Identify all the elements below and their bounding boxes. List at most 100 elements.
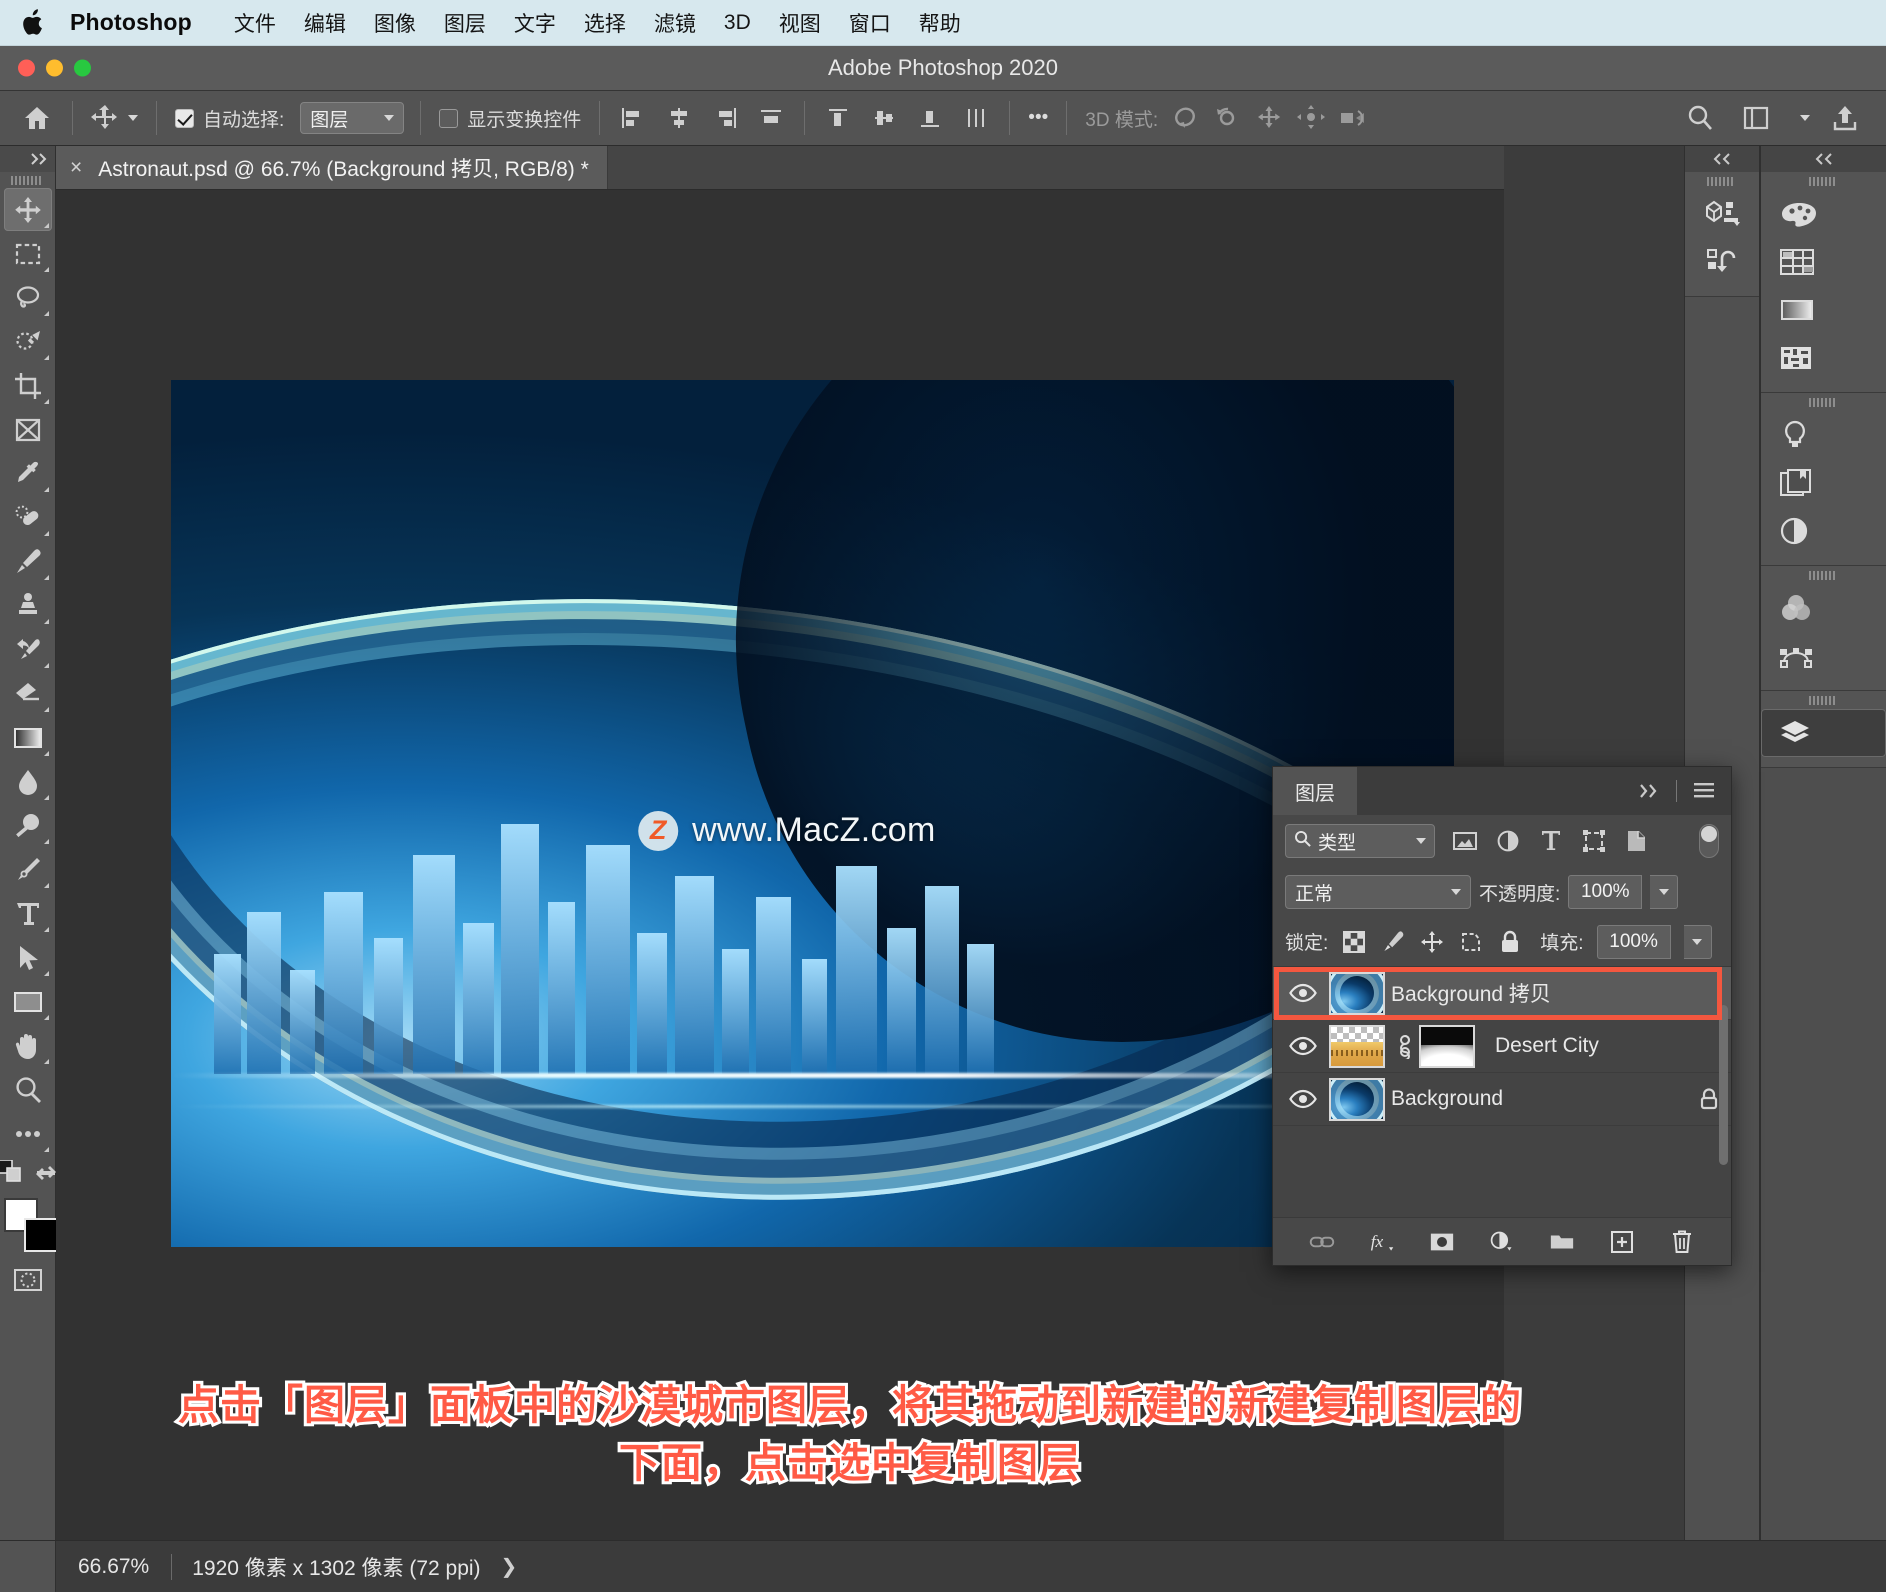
close-button[interactable]: [18, 60, 35, 77]
new-layer-icon[interactable]: [1609, 1229, 1635, 1255]
align-top-edges-icon[interactable]: [750, 100, 792, 136]
menu-3d[interactable]: 3D: [710, 9, 765, 37]
tool-pen[interactable]: [4, 848, 52, 891]
list-item[interactable]: Background 拷贝: [1391, 978, 1731, 1008]
close-icon[interactable]: ×: [70, 156, 82, 180]
panel-menu-icon[interactable]: [1691, 778, 1717, 804]
layers-stack-icon[interactable]: [1761, 709, 1886, 757]
layer-style-fx-icon[interactable]: fx: [1369, 1229, 1395, 1255]
auto-select-checkbox[interactable]: 自动选择:: [169, 105, 290, 132]
table-row[interactable]: Background: [1273, 1073, 1731, 1126]
show-transform-controls-checkbox[interactable]: 显示变换控件: [433, 105, 587, 132]
filter-pixel-icon[interactable]: [1452, 828, 1478, 854]
background-color-swatch[interactable]: [24, 1218, 58, 1252]
more-options-button[interactable]: •••: [1022, 107, 1054, 129]
table-row[interactable]: Background 拷贝: [1273, 967, 1731, 1020]
mask-link-icon[interactable]: [1391, 1033, 1419, 1059]
checkbox[interactable]: [175, 109, 194, 128]
maximize-button[interactable]: [74, 60, 91, 77]
color-palette-icon[interactable]: [1761, 190, 1886, 238]
tool-type[interactable]: [4, 892, 52, 935]
patterns-icon[interactable]: [1761, 334, 1886, 382]
tool-preset-move[interactable]: [85, 104, 144, 132]
gradient-bar-icon[interactable]: [1761, 286, 1886, 334]
tab-layers[interactable]: 图层: [1273, 767, 1357, 815]
table-row[interactable]: Desert City: [1273, 1020, 1731, 1073]
3d-pan-icon[interactable]: [1248, 100, 1290, 136]
distribute-spacing-icon[interactable]: [955, 100, 997, 136]
align-left-edges-icon[interactable]: [612, 100, 654, 136]
filter-smart-object-icon[interactable]: [1624, 828, 1650, 854]
chevron-down-icon[interactable]: [1800, 115, 1810, 121]
filter-toggle-switch[interactable]: [1699, 824, 1719, 858]
tool-blur[interactable]: [4, 760, 52, 803]
paths-curve-icon[interactable]: [1761, 632, 1886, 680]
tool-brush[interactable]: [4, 540, 52, 583]
artboard[interactable]: Z www.MacZ.com: [171, 380, 1454, 1247]
search-icon[interactable]: [1679, 100, 1721, 136]
tool-edit-toolbar[interactable]: [4, 1112, 52, 1155]
menu-type[interactable]: 文字: [500, 6, 570, 40]
channels-venn-icon[interactable]: [1761, 584, 1886, 632]
history-undo-icon[interactable]: [1685, 238, 1759, 286]
tool-frame[interactable]: [4, 408, 52, 451]
tool-eyedropper[interactable]: [4, 452, 52, 495]
lock-transparent-pixels-icon[interactable]: [1341, 929, 1367, 955]
tool-gradient[interactable]: [4, 716, 52, 759]
menu-edit[interactable]: 编辑: [290, 6, 360, 40]
minimize-button[interactable]: [46, 60, 63, 77]
tool-clone-stamp[interactable]: [4, 584, 52, 627]
menu-window[interactable]: 窗口: [835, 6, 905, 40]
layers-panel[interactable]: 图层 类型: [1272, 766, 1732, 1266]
double-chevron-right-icon[interactable]: [1636, 778, 1662, 804]
checkbox[interactable]: [439, 109, 458, 128]
menu-view[interactable]: 视图: [765, 6, 835, 40]
tool-hand[interactable]: [4, 1024, 52, 1067]
list-item[interactable]: Background: [1391, 1087, 1687, 1111]
tool-eraser[interactable]: [4, 672, 52, 715]
link-layers-icon[interactable]: [1309, 1229, 1335, 1255]
lock-image-pixels-icon[interactable]: [1380, 929, 1406, 955]
align-horizontal-centers-icon[interactable]: [658, 100, 700, 136]
eye-icon[interactable]: [1277, 1089, 1329, 1109]
fill-value[interactable]: 100%: [1597, 925, 1671, 959]
lock-artboard-nesting-icon[interactable]: [1458, 929, 1484, 955]
tool-dodge[interactable]: [4, 804, 52, 847]
double-chevron-left-icon[interactable]: [1761, 146, 1886, 172]
delete-layer-icon[interactable]: [1669, 1229, 1695, 1255]
opacity-value[interactable]: 100%: [1568, 875, 1642, 909]
align-vertical-bottoms-icon[interactable]: [909, 100, 951, 136]
menu-layer[interactable]: 图层: [430, 6, 500, 40]
new-adjustment-layer-icon[interactable]: [1489, 1229, 1515, 1255]
document-tab[interactable]: × Astronaut.psd @ 66.7% (Background 拷贝, …: [56, 146, 608, 189]
tool-path-selection[interactable]: [4, 936, 52, 979]
lock-all-icon[interactable]: [1497, 929, 1523, 955]
fill-stepper-chevron-down-icon[interactable]: [1684, 925, 1712, 959]
workspace-icon[interactable]: [1735, 100, 1777, 136]
swap-colors-icon[interactable]: [35, 1160, 57, 1187]
menu-image[interactable]: 图像: [360, 6, 430, 40]
tool-zoom[interactable]: [4, 1068, 52, 1111]
libraries-book-icon[interactable]: [1761, 459, 1886, 507]
tool-rectangle[interactable]: [4, 980, 52, 1023]
filter-shape-icon[interactable]: [1581, 828, 1607, 854]
menu-filter[interactable]: 滤镜: [640, 6, 710, 40]
tool-lasso[interactable]: [4, 276, 52, 319]
layer-kind-filter-select[interactable]: 类型: [1285, 824, 1435, 858]
document-info[interactable]: 1920 像素 x 1302 像素 (72 ppi) ❯: [172, 1552, 537, 1582]
layer-thumbnail[interactable]: [1329, 972, 1385, 1015]
chevron-right-icon[interactable]: ❯: [501, 1554, 518, 1579]
apple-logo-icon[interactable]: [22, 9, 44, 37]
add-layer-mask-icon[interactable]: [1429, 1229, 1455, 1255]
blend-mode-select[interactable]: 正常: [1285, 875, 1471, 909]
menu-file[interactable]: 文件: [220, 6, 290, 40]
align-vertical-tops-icon[interactable]: [817, 100, 859, 136]
half-circle-icon[interactable]: [1761, 507, 1886, 555]
home-icon[interactable]: [14, 98, 60, 138]
list-item[interactable]: Desert City: [1495, 1034, 1731, 1058]
share-icon[interactable]: [1824, 100, 1866, 136]
swatches-grid-icon[interactable]: [1761, 238, 1886, 286]
expand-panel-icon[interactable]: [0, 146, 55, 172]
tool-history-brush[interactable]: [4, 628, 52, 671]
3d-cube-panel-icon[interactable]: [1685, 190, 1759, 238]
